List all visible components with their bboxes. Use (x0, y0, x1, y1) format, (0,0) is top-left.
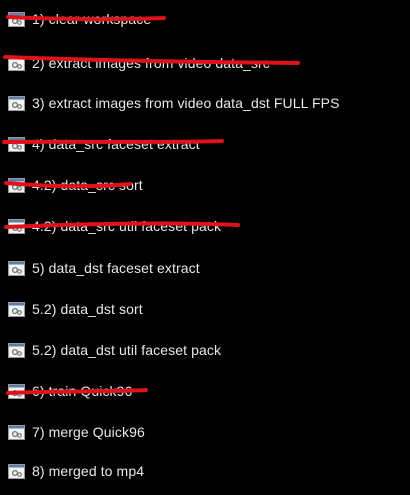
batch-file-icon (8, 424, 25, 440)
file-item-label: 4.2) data_src sort (32, 177, 143, 193)
batch-file-icon (8, 136, 25, 152)
file-item-label: 7) merge Quick96 (32, 424, 145, 440)
file-item-merge-quick96[interactable]: 7) merge Quick96 (8, 421, 145, 443)
batch-file-icon (8, 218, 25, 234)
file-item-label: 5.2) data_dst util faceset pack (32, 342, 222, 358)
file-item-merged-to-mp4[interactable]: 8) merged to mp4 (8, 460, 144, 482)
batch-file-icon (8, 301, 25, 317)
file-item-clear-workspace[interactable]: 1) clear workspace (8, 8, 151, 30)
file-item-label: 1) clear workspace (32, 11, 152, 27)
file-item-extract-images-data-src[interactable]: 2) extract images from video data_src (8, 52, 270, 74)
file-item-data-dst-faceset-pack[interactable]: 5.2) data_dst util faceset pack (8, 339, 221, 361)
file-item-label: 5) data_dst faceset extract (32, 260, 200, 276)
file-item-label: 8) merged to mp4 (32, 463, 145, 479)
file-item-label: 5.2) data_dst sort (32, 301, 143, 317)
file-item-label: 3) extract images from video data_dst FU… (32, 95, 340, 111)
batch-file-icon (8, 342, 25, 358)
batch-file-icon (8, 95, 25, 111)
batch-file-icon (8, 463, 25, 479)
file-item-label: 4.2) data_src util faceset pack (32, 218, 222, 234)
file-list: 1) clear workspace 2) extract images fro… (0, 0, 410, 495)
batch-file-icon (8, 383, 25, 399)
file-item-data-src-sort[interactable]: 4.2) data_src sort (8, 174, 143, 196)
file-item-label: 4) data_src faceset extract (32, 136, 200, 152)
batch-file-icon (8, 55, 25, 71)
batch-file-icon (8, 177, 25, 193)
file-item-label: 2) extract images from video data_src (32, 55, 270, 71)
file-item-data-src-faceset-pack[interactable]: 4.2) data_src util faceset pack (8, 215, 221, 237)
file-item-extract-images-data-dst[interactable]: 3) extract images from video data_dst FU… (8, 92, 340, 114)
file-item-label: 6) train Quick96 (32, 383, 133, 399)
file-item-train-quick96[interactable]: 6) train Quick96 (8, 380, 132, 402)
file-item-data-dst-faceset-extract[interactable]: 5) data_dst faceset extract (8, 257, 200, 279)
batch-file-icon (8, 11, 25, 27)
file-item-data-dst-sort[interactable]: 5.2) data_dst sort (8, 298, 143, 320)
file-item-data-src-faceset-extract[interactable]: 4) data_src faceset extract (8, 133, 200, 155)
batch-file-icon (8, 260, 25, 276)
